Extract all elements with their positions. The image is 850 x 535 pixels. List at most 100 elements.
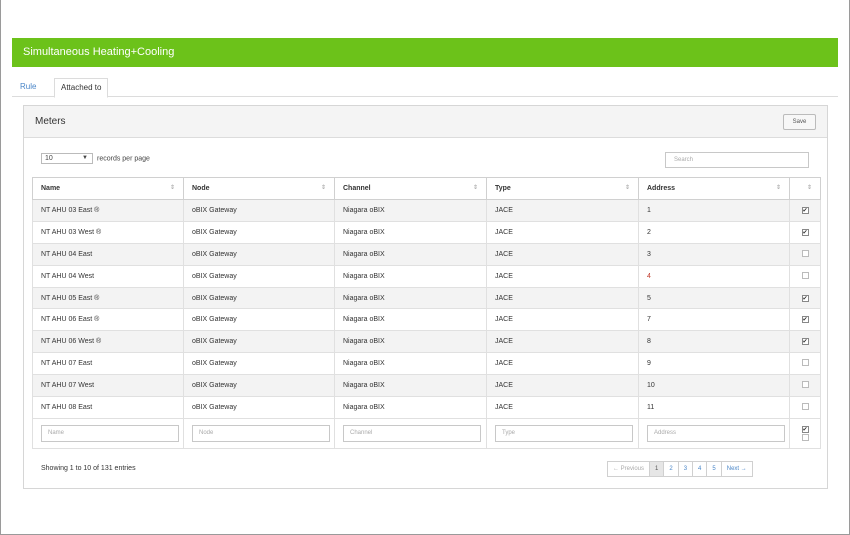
table-row[interactable]: NT AHU 06 East ® oBIX Gateway Niagara oB… [32,308,821,332]
row-checkbox[interactable]: ✔ [801,206,809,214]
cell-address: 11 [638,396,790,419]
column-header-select[interactable]: ⇕ [789,177,821,200]
node-filter-input[interactable]: Node [192,424,330,442]
cell-node: oBIX Gateway [183,352,335,376]
records-per-page-select[interactable]: 10 ▼ [41,153,93,164]
cell-channel: Niagara oBIX [334,374,487,398]
page-button-3[interactable]: 3 [679,462,694,476]
cell-type: JACE [486,374,639,398]
table-row[interactable]: NT AHU 05 East ® oBIX Gateway Niagara oB… [32,286,821,310]
table-row[interactable]: NT AHU 08 East oBIX Gateway Niagara oBIX… [32,396,821,419]
column-header-node[interactable]: Node ⇕ [183,177,335,200]
cell-node: oBIX Gateway [183,396,335,419]
page-button-1[interactable]: 1 [650,462,665,476]
sort-icon: ⇕ [320,185,326,191]
sort-icon: ⇕ [472,185,478,191]
cell-node: oBIX Gateway [183,286,335,310]
row-checkbox[interactable] [801,271,809,279]
sort-icon: ⇕ [624,185,630,191]
row-checkbox[interactable]: ✔ [801,316,809,324]
row-checkbox[interactable] [801,381,809,389]
address-filter-input[interactable]: Address [647,424,785,442]
row-checkbox[interactable]: ✔ [801,228,809,236]
cell-node: oBIX Gateway [183,374,335,398]
table-header-row: Name ⇕ Node ⇕ Channel ⇕ Type ⇕ Address ⇕ ⇕ [32,177,821,200]
app-window: Simultaneous Heating+Cooling Rule Attach… [0,0,850,535]
cell-name: NT AHU 04 East [32,242,184,266]
row-checkbox[interactable]: ✔ [801,338,809,346]
table-info: Showing 1 to 10 of 131 entries [41,465,136,472]
row-checkbox[interactable]: ✔ [801,294,809,302]
table-row[interactable]: NT AHU 07 East oBIX Gateway Niagara oBIX… [32,352,821,376]
panel-header: Meters Save [24,106,827,138]
filter-unchecked-checkbox[interactable] [801,433,809,441]
cell-name: NT AHU 03 West ® [32,220,184,244]
cell-type: JACE [486,199,639,222]
cell-channel: Niagara oBIX [334,242,487,266]
cell-address: 8 [638,330,790,354]
tab-bar: Rule Attached to [12,78,838,98]
cell-node: oBIX Gateway [183,242,335,266]
cell-address: 10 [638,374,790,398]
page-title-bar: Simultaneous Heating+Cooling [12,38,838,67]
cell-node: oBIX Gateway [183,220,335,244]
cell-channel: Niagara oBIX [334,220,487,244]
cell-address: 7 [638,308,790,332]
table-row[interactable]: NT AHU 06 West ® oBIX Gateway Niagara oB… [32,330,821,354]
column-header-type[interactable]: Type ⇕ [486,177,639,200]
save-button[interactable]: Save [783,114,816,130]
tab-rule[interactable]: Rule [14,78,42,97]
cell-channel: Niagara oBIX [334,308,487,332]
cell-channel: Niagara oBIX [334,286,487,310]
cell-name: NT AHU 03 East ® [32,199,184,222]
column-header-name[interactable]: Name ⇕ [32,177,184,200]
cell-address: 3 [638,242,790,266]
page-button-5[interactable]: 5 [707,462,722,476]
sort-icon: ⇕ [775,185,781,191]
table-row[interactable]: NT AHU 03 West ® oBIX Gateway Niagara oB… [32,220,821,244]
cell-channel: Niagara oBIX [334,264,487,288]
cell-node: oBIX Gateway [183,199,335,222]
cell-node: oBIX Gateway [183,264,335,288]
row-checkbox[interactable] [801,249,809,257]
search-input[interactable]: Search [665,152,809,168]
filter-checked-checkbox[interactable]: ✔ [801,425,809,433]
cell-type: JACE [486,220,639,244]
cell-name: NT AHU 05 East ® [32,286,184,310]
cell-type: JACE [486,330,639,354]
table-row[interactable]: NT AHU 04 East oBIX Gateway Niagara oBIX… [32,242,821,266]
cell-address: 2 [638,220,790,244]
row-checkbox[interactable] [801,359,809,367]
channel-filter-input[interactable]: Channel [343,424,481,442]
cell-name: NT AHU 07 East [32,352,184,376]
column-header-channel[interactable]: Channel ⇕ [334,177,487,200]
cell-type: JACE [486,286,639,310]
cell-address: 9 [638,352,790,376]
name-filter-input[interactable]: Name [41,424,179,442]
table-row[interactable]: NT AHU 07 West oBIX Gateway Niagara oBIX… [32,374,821,398]
cell-type: JACE [486,242,639,266]
tab-attached-to[interactable]: Attached to [54,78,109,98]
previous-page-button[interactable]: ← Previous [608,462,651,476]
table-row[interactable]: NT AHU 04 West oBIX Gateway Niagara oBIX… [32,264,821,288]
cell-type: JACE [486,396,639,419]
next-page-button[interactable]: Next → [722,462,752,476]
cell-node: oBIX Gateway [183,330,335,354]
sort-icon: ⇕ [169,185,175,191]
cell-name: NT AHU 06 West ® [32,330,184,354]
table-row[interactable]: NT AHU 03 East ® oBIX Gateway Niagara oB… [32,199,821,222]
type-filter-input[interactable]: Type [495,424,633,442]
cell-name: NT AHU 08 East [32,396,184,419]
chevron-down-icon: ▼ [82,155,88,161]
page-button-4[interactable]: 4 [693,462,708,476]
column-header-address[interactable]: Address ⇕ [638,177,790,200]
page-button-2[interactable]: 2 [664,462,679,476]
cell-channel: Niagara oBIX [334,199,487,222]
meters-table: Name ⇕ Node ⇕ Channel ⇕ Type ⇕ Address ⇕ ⇕ NT… [32,177,821,449]
cell-node: oBIX Gateway [183,308,335,332]
records-per-page: 10 ▼ records per page [41,153,150,164]
cell-name: NT AHU 07 West [32,374,184,398]
records-per-page-label: records per page [97,155,150,163]
row-checkbox[interactable] [801,402,809,410]
cell-name: NT AHU 06 East ® [32,308,184,332]
